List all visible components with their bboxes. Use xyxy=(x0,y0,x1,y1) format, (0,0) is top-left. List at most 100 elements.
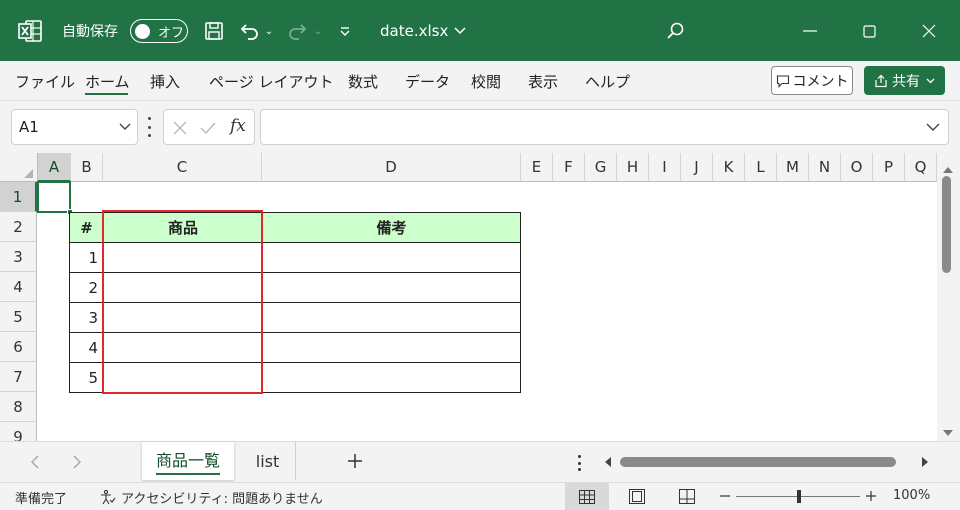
table-row-notes[interactable] xyxy=(262,272,521,303)
zoom-out-icon[interactable] xyxy=(720,495,730,497)
customize-toolbar-icon[interactable] xyxy=(336,20,354,42)
save-icon[interactable] xyxy=(202,19,226,43)
row-header-6[interactable]: 6 xyxy=(0,332,37,362)
table-row-number[interactable]: 5 xyxy=(69,362,104,393)
vertical-scrollbar[interactable] xyxy=(937,153,960,441)
column-header-c[interactable]: C xyxy=(103,153,262,182)
row-header-5[interactable]: 5 xyxy=(0,302,37,332)
tab-home[interactable]: ホーム xyxy=(85,71,130,92)
scroll-up-icon[interactable] xyxy=(943,166,953,173)
column-header-n[interactable]: N xyxy=(809,153,841,182)
table-row-number[interactable]: 2 xyxy=(69,272,104,303)
more-sheets-icon[interactable] xyxy=(578,455,582,471)
column-header-m[interactable]: M xyxy=(777,153,809,182)
tab-file[interactable]: ファイル xyxy=(15,71,75,92)
undo-dropdown-icon[interactable]: ⌄ xyxy=(263,22,275,40)
select-all-corner[interactable] xyxy=(0,153,38,182)
vertical-scroll-thumb[interactable] xyxy=(942,176,951,273)
autosave-toggle[interactable]: オフ xyxy=(130,19,188,43)
zoom-level[interactable]: 100% xyxy=(893,488,930,503)
row-header-1[interactable]: 1 xyxy=(0,182,37,212)
column-header-d[interactable]: D xyxy=(262,153,521,182)
scroll-right-icon[interactable] xyxy=(922,457,929,467)
table-row-notes[interactable] xyxy=(262,332,521,363)
column-header-q[interactable]: Q xyxy=(905,153,937,182)
undo-icon[interactable] xyxy=(238,19,262,43)
normal-view-button[interactable] xyxy=(565,483,609,510)
column-header-e[interactable]: E xyxy=(521,153,553,182)
scroll-down-icon[interactable] xyxy=(943,430,953,437)
column-header-h[interactable]: H xyxy=(617,153,649,182)
table-header-notes[interactable]: 備考 xyxy=(262,212,521,243)
redo-icon[interactable] xyxy=(285,19,309,43)
active-cell-a1[interactable] xyxy=(37,181,71,213)
name-box[interactable]: A1 xyxy=(11,109,138,145)
column-header-p[interactable]: P xyxy=(873,153,905,182)
row-number: 5 xyxy=(88,368,98,387)
comments-button[interactable]: コメント xyxy=(771,66,853,95)
row-header-3[interactable]: 3 xyxy=(0,242,37,272)
filename: date.xlsx xyxy=(380,22,449,40)
minimize-button[interactable] xyxy=(790,19,830,43)
sheet-tab-product-list[interactable]: 商品一覧 xyxy=(142,442,234,480)
column-header-o[interactable]: O xyxy=(841,153,873,182)
column-header-g[interactable]: G xyxy=(585,153,617,182)
table-row-notes[interactable] xyxy=(262,362,521,393)
formula-input[interactable] xyxy=(260,109,949,145)
more-options-icon[interactable] xyxy=(145,117,153,137)
name-box-value: A1 xyxy=(19,118,39,136)
table-row-notes[interactable] xyxy=(262,302,521,333)
row-header-2[interactable]: 2 xyxy=(0,212,37,242)
chevron-down-icon[interactable] xyxy=(119,123,131,131)
tab-page-layout[interactable]: ページ レイアウト xyxy=(209,71,333,92)
zoom-in-icon[interactable] xyxy=(866,491,876,501)
insert-function-icon[interactable]: fx xyxy=(230,116,246,136)
zoom-slider[interactable] xyxy=(736,490,860,503)
accessibility-status[interactable]: アクセシビリティ: 問題ありません xyxy=(121,488,323,507)
close-button[interactable] xyxy=(909,19,949,43)
column-header-i[interactable]: I xyxy=(649,153,681,182)
share-button[interactable]: 共有 xyxy=(864,66,945,95)
column-header-f[interactable]: F xyxy=(553,153,585,182)
zoom-slider-thumb[interactable] xyxy=(797,490,801,503)
add-sheet-icon[interactable] xyxy=(347,453,363,469)
expand-formula-icon[interactable] xyxy=(926,123,940,132)
horizontal-scrollbar[interactable] xyxy=(598,450,936,474)
column-header-l[interactable]: L xyxy=(745,153,777,182)
accessibility-icon[interactable] xyxy=(100,489,116,505)
column-header-j[interactable]: J xyxy=(681,153,713,182)
tab-review[interactable]: 校閲 xyxy=(471,71,501,92)
column-header-k[interactable]: K xyxy=(713,153,745,182)
sheet-tab-list[interactable]: list xyxy=(240,442,296,480)
page-break-preview-icon[interactable] xyxy=(679,489,695,504)
table-row-number[interactable]: 1 xyxy=(69,242,104,273)
tab-help[interactable]: ヘルプ xyxy=(585,71,630,92)
redo-dropdown-icon[interactable]: ⌄ xyxy=(312,22,324,40)
maximize-button[interactable] xyxy=(849,19,889,43)
column-header-b[interactable]: B xyxy=(71,153,103,182)
scroll-left-icon[interactable] xyxy=(604,457,611,467)
row-header-8[interactable]: 8 xyxy=(0,392,37,422)
tab-view[interactable]: 表示 xyxy=(528,71,558,92)
column-header-a[interactable]: A xyxy=(38,153,71,182)
row-header-9[interactable]: 9 xyxy=(0,422,37,441)
tab-data[interactable]: データ xyxy=(405,71,450,92)
cancel-icon[interactable] xyxy=(172,120,188,136)
enter-icon[interactable] xyxy=(199,120,217,136)
row-header-7[interactable]: 7 xyxy=(0,362,37,392)
table-row-number[interactable]: 4 xyxy=(69,332,104,363)
chevron-left-icon[interactable] xyxy=(30,455,40,469)
table-row-number[interactable]: 3 xyxy=(69,302,104,333)
page-layout-icon[interactable] xyxy=(629,489,645,504)
chevron-right-icon[interactable] xyxy=(72,455,82,469)
table-row-notes[interactable] xyxy=(262,242,521,273)
table-header-number[interactable]: # xyxy=(69,212,104,243)
row-header-4[interactable]: 4 xyxy=(0,272,37,302)
search-icon[interactable] xyxy=(664,19,688,43)
tab-formulas[interactable]: 数式 xyxy=(348,71,378,92)
title-bar: 自動保存 オフ ⌄ ⌄ date.xlsx xyxy=(0,0,960,61)
comments-label: コメント xyxy=(792,73,849,90)
horizontal-scroll-thumb[interactable] xyxy=(620,457,896,467)
filename-menu[interactable]: date.xlsx xyxy=(380,19,466,43)
tab-insert[interactable]: 挿入 xyxy=(150,71,180,92)
